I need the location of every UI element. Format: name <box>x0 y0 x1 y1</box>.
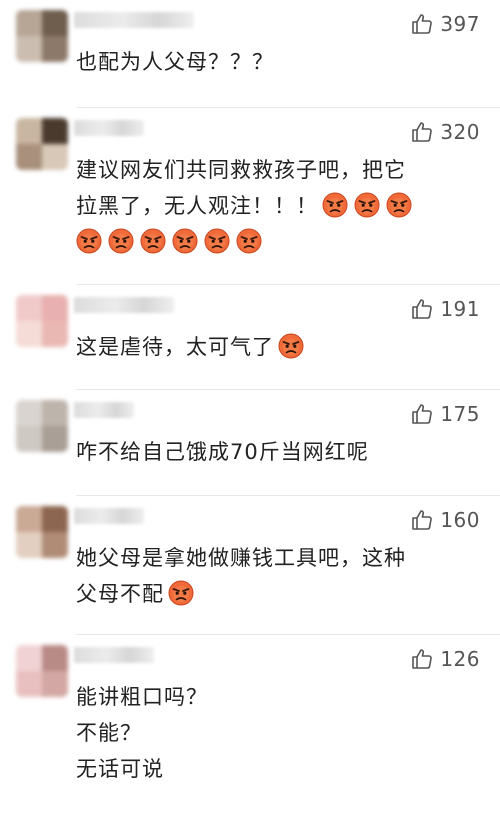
comment-line: 能讲粗口吗？ <box>76 679 486 715</box>
avatar-pixel <box>16 321 42 347</box>
thumbs-up-icon <box>410 402 434 426</box>
comment-line-text: 她父母是拿她做赚钱工具吧，这种 <box>76 546 406 570</box>
comment-line-text: 父母不配 <box>76 582 164 606</box>
like-count: 397 <box>440 12 480 36</box>
like-count: 126 <box>440 647 480 671</box>
angry-face-icon <box>236 228 262 254</box>
avatar-pixel <box>16 295 42 321</box>
like-button[interactable]: 397 <box>410 12 480 36</box>
angry-face-icon <box>204 228 230 254</box>
avatar-pixel <box>16 144 42 170</box>
comment-line-text: 能讲粗口吗？ <box>76 685 208 709</box>
thumbs-up-icon <box>410 12 434 36</box>
avatar[interactable] <box>16 645 68 697</box>
like-count: 191 <box>440 297 480 321</box>
username-blurred[interactable] <box>74 297 174 313</box>
username-blurred[interactable] <box>74 12 194 28</box>
thumbs-up-icon <box>410 120 434 144</box>
comment-line: 父母不配 <box>76 576 486 612</box>
username-blurred[interactable] <box>74 508 144 524</box>
angry-face-icon <box>278 333 304 359</box>
avatar-pixel <box>16 532 42 558</box>
thumbs-up-icon <box>410 508 434 532</box>
angry-face-icon <box>140 228 166 254</box>
avatar-pixel <box>42 426 68 452</box>
avatar-pixel <box>42 144 68 170</box>
angry-face-icon <box>76 228 102 254</box>
angry-face-icon <box>322 192 348 218</box>
like-count: 175 <box>440 402 480 426</box>
comment-line: 不能？ <box>76 715 486 751</box>
avatar-pixel <box>42 506 68 532</box>
comment-line: 她父母是拿她做赚钱工具吧，这种 <box>76 540 486 576</box>
avatar[interactable] <box>16 506 68 558</box>
comment-line-text: 这是虐待，太可气了 <box>76 335 274 359</box>
avatar-pixel <box>16 400 42 426</box>
angry-face-icon <box>168 580 194 606</box>
comment-item: 191 这是虐待，太可气了 <box>0 285 500 390</box>
avatar-pixel <box>42 645 68 671</box>
avatar-pixel <box>16 36 42 62</box>
angry-face-icon <box>386 192 412 218</box>
like-button[interactable]: 191 <box>410 297 480 321</box>
comment-text: 咋不给自己饿成70斤当网红呢 <box>76 434 486 470</box>
like-button[interactable]: 175 <box>410 402 480 426</box>
username-blurred[interactable] <box>74 120 144 136</box>
comment-item: 175 咋不给自己饿成70斤当网红呢 <box>0 390 500 496</box>
comment-text: 这是虐待，太可气了 <box>76 329 486 365</box>
username-blurred[interactable] <box>74 402 134 418</box>
avatar-pixel <box>16 10 42 36</box>
avatar[interactable] <box>16 118 68 170</box>
like-button[interactable]: 320 <box>410 120 480 144</box>
like-count: 160 <box>440 508 480 532</box>
avatar-pixel <box>42 10 68 36</box>
comment-line-text: 无话可说 <box>76 757 164 781</box>
comment-line: 这是虐待，太可气了 <box>76 329 486 365</box>
comment-line: 拉黑了，无人观注！！！ <box>76 188 486 224</box>
avatar-pixel <box>42 295 68 321</box>
comment-item: 320 建议网友们共同救救孩子吧，把它 拉黑了，无人观注！！！ <box>0 108 500 285</box>
avatar-pixel <box>16 671 42 697</box>
like-button[interactable]: 160 <box>410 508 480 532</box>
comment-line <box>76 224 486 260</box>
comment-item: 160 她父母是拿她做赚钱工具吧，这种 父母不配 <box>0 496 500 635</box>
comment-text: 也配为人父母？？？ <box>76 44 486 80</box>
avatar[interactable] <box>16 295 68 347</box>
comment-line-text: 建议网友们共同救救孩子吧，把它 <box>76 158 406 182</box>
angry-face-icon <box>172 228 198 254</box>
avatar-pixel <box>16 118 42 144</box>
avatar[interactable] <box>16 400 68 452</box>
avatar-pixel <box>42 400 68 426</box>
avatar-pixel <box>16 645 42 671</box>
comment-text: 她父母是拿她做赚钱工具吧，这种 父母不配 <box>76 540 486 612</box>
angry-face-icon <box>354 192 380 218</box>
comment-text: 能讲粗口吗？ 不能？ 无话可说 <box>76 679 486 787</box>
avatar-pixel <box>42 532 68 558</box>
username-blurred[interactable] <box>74 647 154 663</box>
comment-line: 无话可说 <box>76 751 486 787</box>
comment-item: 397 也配为人父母？？？ <box>0 0 500 108</box>
avatar-pixel <box>42 36 68 62</box>
avatar-pixel <box>16 506 42 532</box>
avatar-pixel <box>42 118 68 144</box>
avatar-pixel <box>16 426 42 452</box>
comment-line-text: 不能？ <box>76 721 142 745</box>
avatar[interactable] <box>16 10 68 62</box>
comment-text: 建议网友们共同救救孩子吧，把它 拉黑了，无人观注！！！ <box>76 152 486 260</box>
comment-line-text: 咋不给自己饿成70斤当网红呢 <box>76 440 369 464</box>
thumbs-up-icon <box>410 647 434 671</box>
angry-face-icon <box>108 228 134 254</box>
comment-line: 咋不给自己饿成70斤当网红呢 <box>76 434 486 470</box>
like-button[interactable]: 126 <box>410 647 480 671</box>
comment-line-text: 也配为人父母？？？ <box>76 50 274 74</box>
comment-item: 126 能讲粗口吗？ 不能？ 无话可说 <box>0 635 500 813</box>
comment-line: 建议网友们共同救救孩子吧，把它 <box>76 152 486 188</box>
comment-line: 也配为人父母？？？ <box>76 44 486 80</box>
avatar-pixel <box>42 671 68 697</box>
avatar-pixel <box>42 321 68 347</box>
like-count: 320 <box>440 120 480 144</box>
comment-line-text: 拉黑了，无人观注！！！ <box>76 194 318 218</box>
comment-list: 397 也配为人父母？？？ 320 建议网友们共同救救孩子吧，把它 拉黑了，无人观注！… <box>0 0 500 813</box>
thumbs-up-icon <box>410 297 434 321</box>
